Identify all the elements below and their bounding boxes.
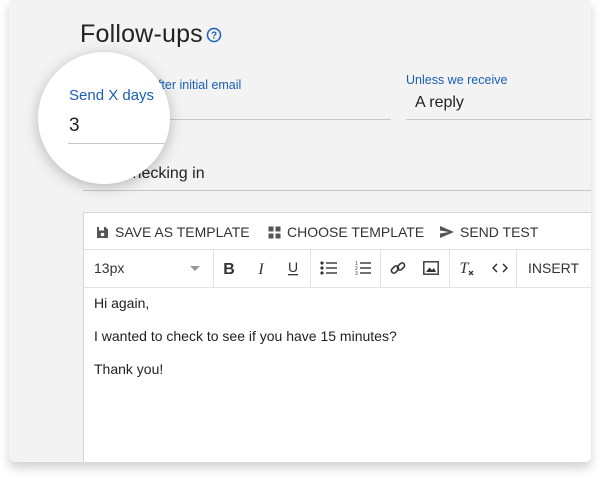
toolbar-divider <box>449 249 450 287</box>
code-icon[interactable] <box>491 259 509 277</box>
magnifier-callout: Send X days 3 <box>38 52 170 184</box>
save-as-template-label: SAVE AS TEMPLATE <box>115 224 250 240</box>
template-grid-icon <box>268 226 281 238</box>
svg-text:I: I <box>257 261 264 276</box>
unless-underline <box>406 119 591 120</box>
italic-icon[interactable]: I <box>252 259 270 277</box>
unless-select[interactable]: A reply <box>415 94 464 112</box>
save-as-template-button[interactable]: SAVE AS TEMPLATE <box>96 224 250 240</box>
bulleted-list-icon[interactable] <box>320 259 338 277</box>
unless-label: Unless we receive <box>406 73 508 87</box>
subject-underline <box>83 190 591 191</box>
send-days-input[interactable]: 3 <box>69 115 80 137</box>
choose-template-label: CHOOSE TEMPLATE <box>287 224 425 240</box>
send-icon <box>440 226 454 238</box>
send-after-suffix-label: after initial email <box>151 78 242 92</box>
choose-template-button[interactable]: CHOOSE TEMPLATE <box>268 224 424 240</box>
image-icon[interactable] <box>422 259 440 277</box>
underline-icon[interactable]: U <box>284 259 302 277</box>
toolbar-divider <box>310 249 311 287</box>
send-days-input-underline <box>68 143 168 144</box>
toolbar-divider <box>516 249 517 287</box>
format-toolbar: 13px B I U 1 2 3 T INSERT <box>84 249 591 288</box>
svg-text:T: T <box>460 260 470 277</box>
font-size-select[interactable]: 13px <box>94 260 124 276</box>
save-icon <box>97 226 108 238</box>
send-test-button[interactable]: SEND TEST <box>440 224 538 240</box>
svg-text:U: U <box>288 260 298 275</box>
svg-text:3: 3 <box>355 271 358 276</box>
follow-ups-panel: Follow-ups ? after initial email Unless … <box>9 0 591 462</box>
page-title: Follow-ups <box>80 20 203 48</box>
send-days-label: Send X days <box>69 87 155 104</box>
body-line: Hi again, <box>94 295 150 311</box>
bold-icon[interactable]: B <box>220 259 238 277</box>
email-editor[interactable]: SAVE AS TEMPLATE CHOOSE TEMPLATE SEND TE… <box>83 212 591 462</box>
clear-format-icon[interactable]: T <box>458 259 476 277</box>
toolbar-divider <box>213 249 214 287</box>
body-line: Thank you! <box>94 361 164 377</box>
chevron-down-icon <box>190 266 200 271</box>
help-icon[interactable]: ? <box>206 27 222 43</box>
link-icon[interactable] <box>389 259 407 277</box>
numbered-list-icon[interactable]: 1 2 3 <box>354 259 372 277</box>
svg-text:?: ? <box>211 31 217 42</box>
send-test-label: SEND TEST <box>460 224 539 240</box>
toolbar-divider <box>380 249 381 287</box>
editor-action-bar: SAVE AS TEMPLATE CHOOSE TEMPLATE SEND TE… <box>84 213 591 250</box>
body-line: I wanted to check to see if you have 15 … <box>94 328 397 344</box>
insert-button[interactable]: INSERT <box>528 260 579 276</box>
svg-text:B: B <box>223 261 235 276</box>
